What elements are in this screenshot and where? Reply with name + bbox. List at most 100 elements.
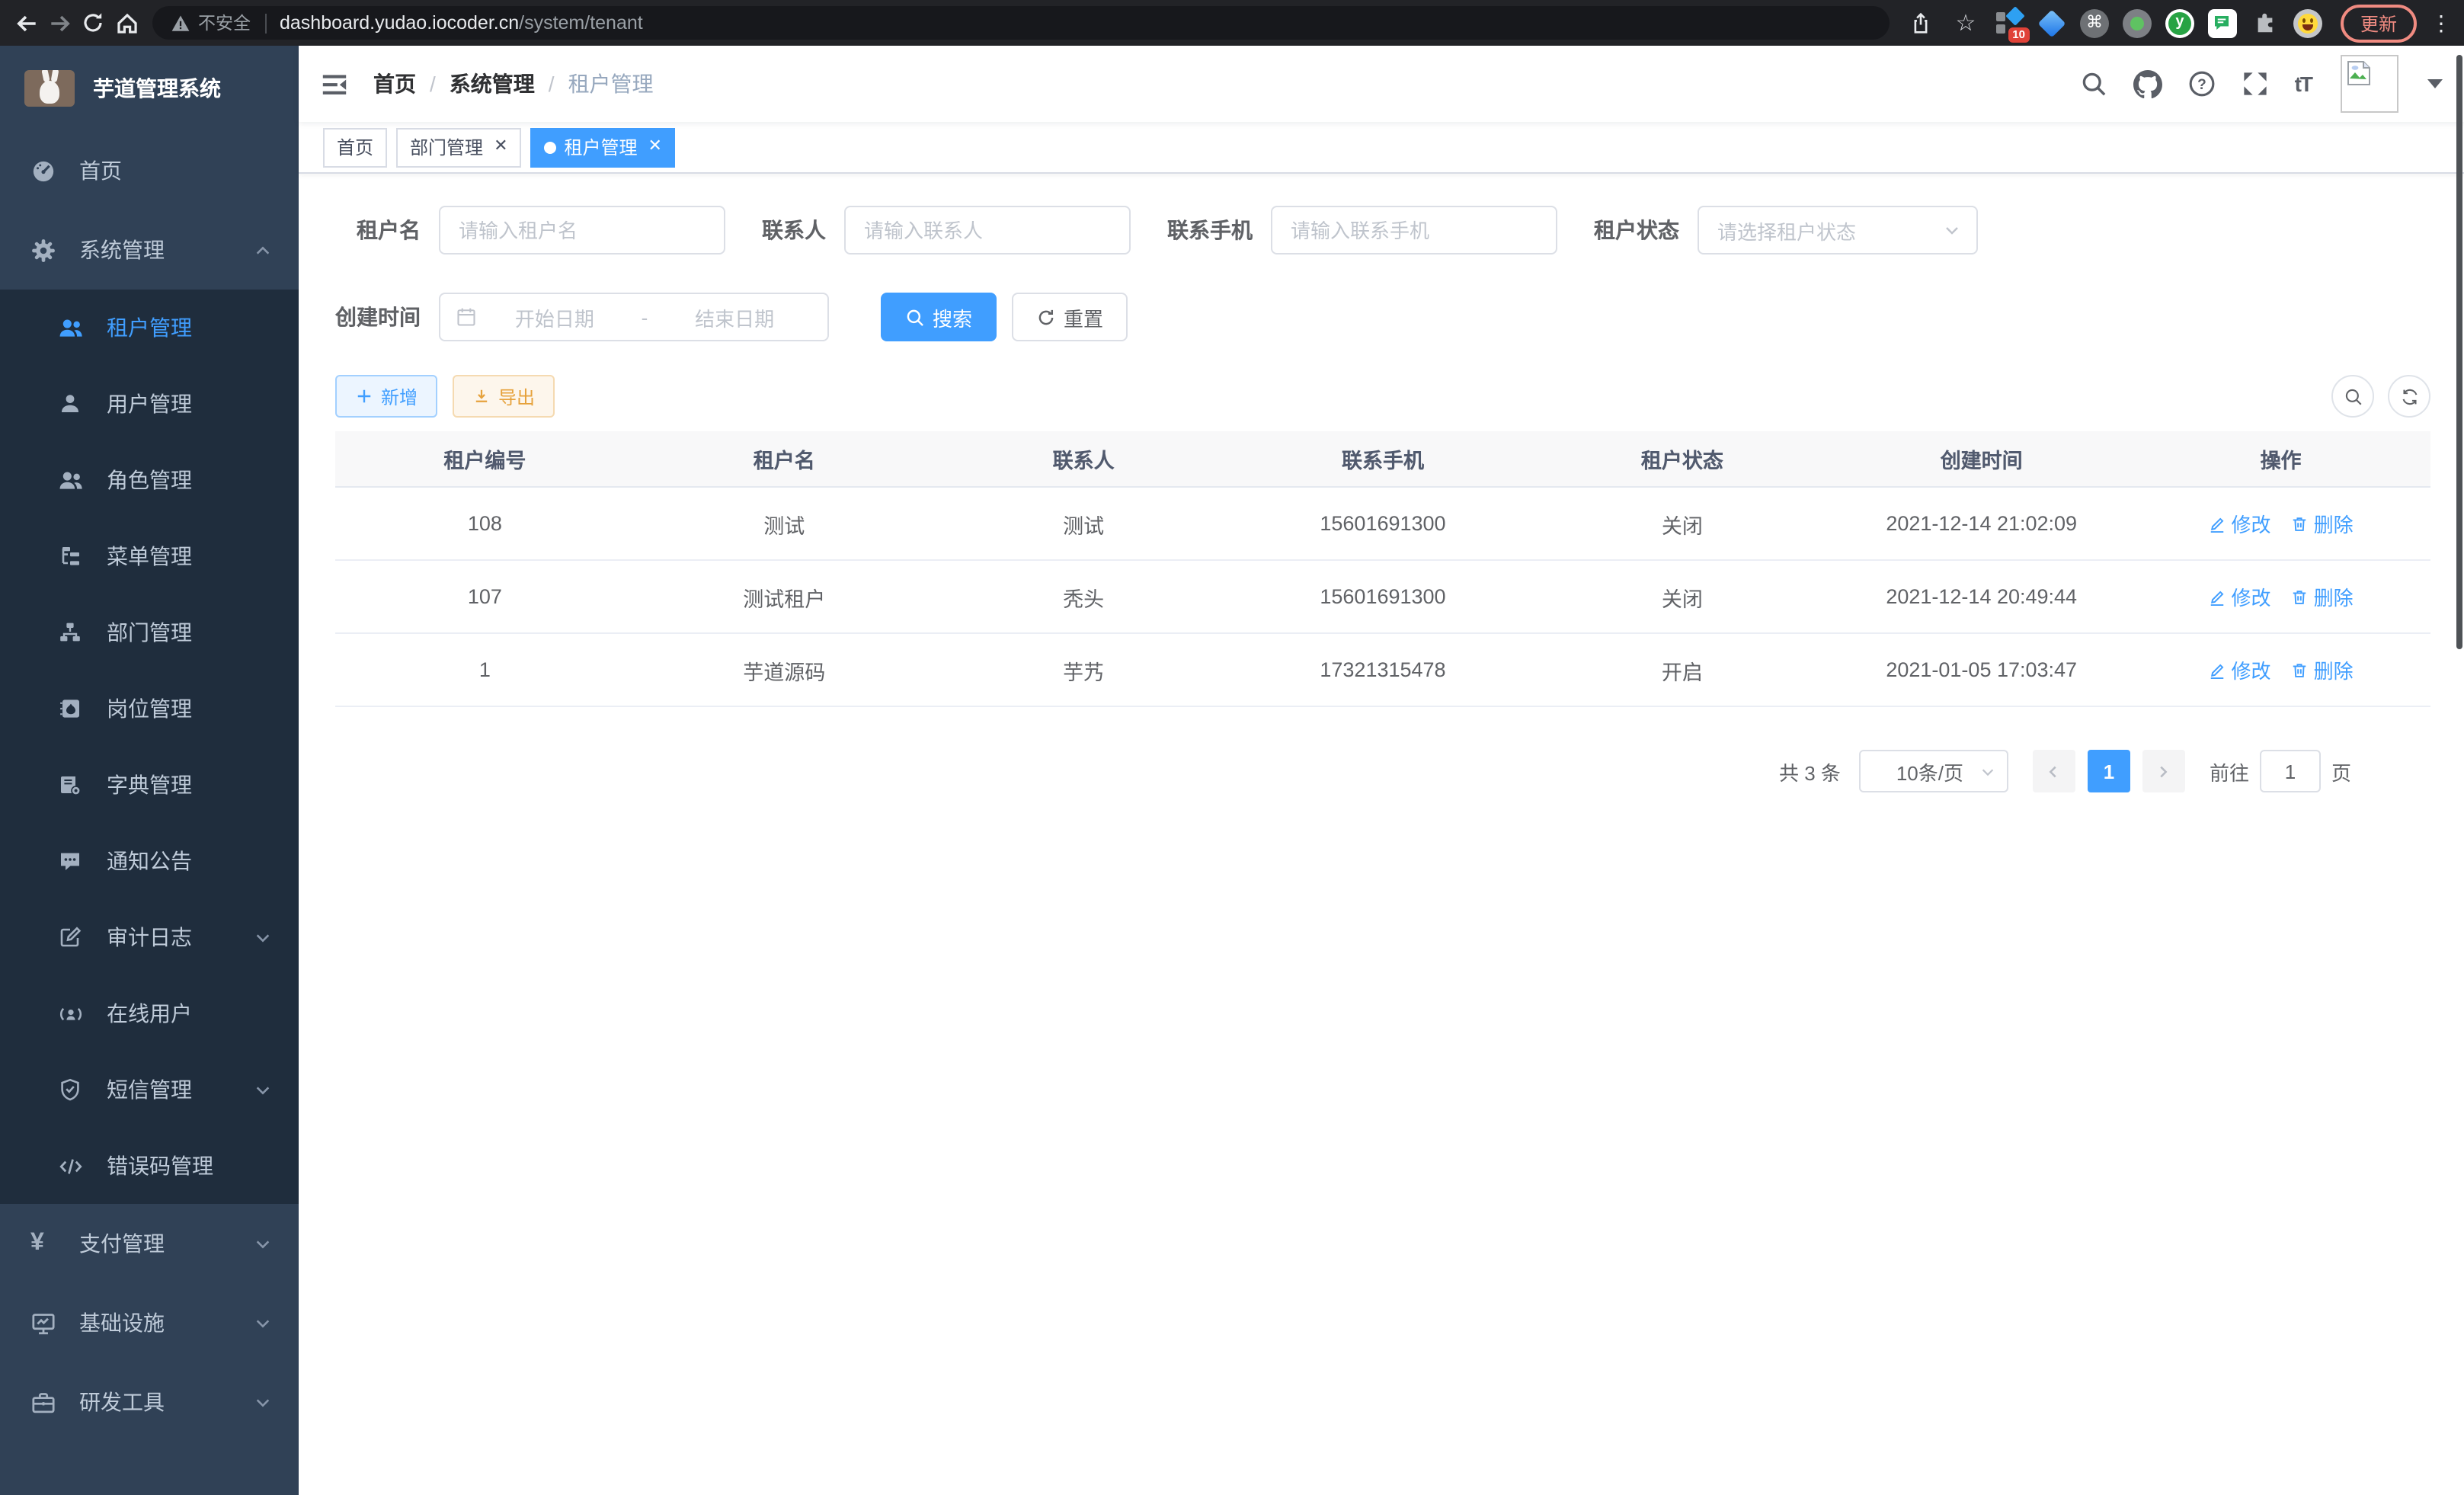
- column-header: 租户状态: [1532, 443, 1832, 474]
- breadcrumb-system[interactable]: 系统管理: [450, 69, 535, 99]
- plus-icon: [355, 387, 373, 405]
- sidebar-item-label: 审计日志: [107, 922, 192, 952]
- prev-page-button[interactable]: [2033, 750, 2075, 792]
- edit-link[interactable]: 修改: [2209, 582, 2271, 611]
- edit-link[interactable]: 修改: [2209, 655, 2271, 684]
- tag-close-icon[interactable]: ✕: [648, 139, 662, 155]
- sidebar-item-home[interactable]: 首页: [0, 131, 299, 210]
- profile-avatar-icon[interactable]: [2292, 7, 2324, 39]
- cell-tenant-name: 测试: [635, 508, 934, 539]
- sidebar-item-online-user[interactable]: 在线用户: [0, 975, 299, 1052]
- sidebar-item-label: 错误码管理: [107, 1151, 213, 1181]
- menu-tree-icon: [58, 544, 94, 568]
- sidebar-item-user[interactable]: 用户管理: [0, 366, 299, 442]
- delete-link[interactable]: 删除: [2291, 655, 2354, 684]
- logo-image: [24, 70, 75, 107]
- refresh-table-button[interactable]: [2388, 375, 2430, 418]
- svg-text:?: ?: [2197, 77, 2206, 93]
- date-range-picker[interactable]: 开始日期 - 结束日期: [439, 293, 829, 341]
- sidebar-item-pay[interactable]: ¥ 支付管理: [0, 1204, 299, 1283]
- sidebar-item-system[interactable]: 系统管理: [0, 210, 299, 290]
- reset-button[interactable]: 重置: [1012, 293, 1128, 341]
- sidebar-item-infra[interactable]: 基础设施: [0, 1283, 299, 1362]
- tag-dept[interactable]: 部门管理 ✕: [396, 127, 521, 167]
- sidebar-collapse-icon[interactable]: [320, 69, 349, 98]
- browser-reload-button[interactable]: [76, 6, 110, 40]
- breadcrumb-current: 租户管理: [568, 69, 654, 99]
- add-button[interactable]: 新增: [335, 375, 437, 418]
- filter-tenant-name: 租户名: [335, 206, 725, 255]
- export-button[interactable]: 导出: [453, 375, 555, 418]
- extension-puzzle-icon[interactable]: [2249, 7, 2281, 39]
- extension-record-icon[interactable]: [2121, 7, 2153, 39]
- mobile-input[interactable]: [1271, 206, 1557, 255]
- github-icon[interactable]: [2133, 69, 2162, 98]
- show-search-button[interactable]: [2331, 375, 2374, 418]
- edit-link[interactable]: 修改: [2209, 509, 2271, 538]
- browser-menu-icon[interactable]: ⋮: [2430, 12, 2452, 34]
- extension-tabs-icon[interactable]: 10: [1993, 7, 2025, 39]
- status-select[interactable]: 请选择租户状态: [1698, 206, 1978, 255]
- sidebar-item-audit-log[interactable]: 审计日志: [0, 899, 299, 975]
- sidebar-item-tenant[interactable]: 租户管理: [0, 290, 299, 366]
- page-scrollbar[interactable]: [2456, 55, 2462, 649]
- sidebar: 芋道管理系统 首页 系统管理: [0, 46, 299, 1495]
- tag-home[interactable]: 首页: [323, 127, 387, 167]
- browser-forward-button[interactable]: [43, 6, 76, 40]
- sidebar-item-devtools[interactable]: 研发工具: [0, 1362, 299, 1442]
- yen-icon: ¥: [30, 1231, 67, 1256]
- sidebar-item-post[interactable]: 岗位管理: [0, 671, 299, 747]
- sidebar-item-label: 用户管理: [107, 389, 192, 419]
- site-security-indicator[interactable]: 不安全: [171, 11, 251, 35]
- user-avatar[interactable]: [2341, 55, 2398, 113]
- breadcrumb-home[interactable]: 首页: [373, 69, 416, 99]
- sidebar-item-sms[interactable]: 短信管理: [0, 1052, 299, 1128]
- share-icon[interactable]: [1905, 6, 1938, 40]
- sidebar-item-label: 租户管理: [107, 312, 192, 343]
- date-separator: -: [632, 306, 658, 328]
- contact-input[interactable]: [844, 206, 1131, 255]
- page-size-select[interactable]: 10条/页: [1859, 750, 2008, 792]
- next-page-button[interactable]: [2142, 750, 2185, 792]
- tag-close-icon[interactable]: ✕: [494, 139, 507, 155]
- field-label: 联系手机: [1167, 215, 1253, 245]
- sidebar-item-notice[interactable]: 通知公告: [0, 823, 299, 899]
- page-number-button[interactable]: 1: [2088, 750, 2130, 792]
- online-user-icon: [58, 1000, 94, 1026]
- sidebar-item-dict[interactable]: 字典管理: [0, 747, 299, 823]
- cell-created: 2021-01-05 17:03:47: [1832, 658, 2131, 681]
- tenant-name-input[interactable]: [439, 206, 725, 255]
- address-bar[interactable]: 不安全 dashboard.yudao.iocoder.cn/system/te…: [152, 6, 1890, 40]
- cell-contact: 秃头: [934, 581, 1234, 612]
- goto-page-input[interactable]: [2260, 750, 2321, 792]
- app-logo[interactable]: 芋道管理系统: [0, 46, 299, 131]
- browser-back-button[interactable]: [9, 6, 43, 40]
- browser-home-button[interactable]: [110, 6, 143, 40]
- extension-chat-icon[interactable]: [2206, 7, 2238, 39]
- extension-badge: 10: [2008, 27, 2030, 42]
- sidebar-item-dept[interactable]: 部门管理: [0, 594, 299, 671]
- extension-command-icon[interactable]: ⌘: [2078, 7, 2110, 39]
- cell-status: 关闭: [1532, 581, 1832, 612]
- bookmark-star-icon[interactable]: ☆: [1949, 6, 1982, 40]
- cell-status: 开启: [1532, 655, 1832, 685]
- font-size-icon[interactable]: tT: [2295, 72, 2312, 96]
- sidebar-item-role[interactable]: 角色管理: [0, 442, 299, 518]
- delete-link[interactable]: 删除: [2291, 582, 2354, 611]
- dictionary-icon: [58, 773, 94, 797]
- sidebar-item-menu[interactable]: 菜单管理: [0, 518, 299, 594]
- extension-y-icon[interactable]: y: [2164, 7, 2196, 39]
- sidebar-item-error-code[interactable]: 错误码管理: [0, 1128, 299, 1204]
- help-icon[interactable]: ?: [2188, 70, 2216, 98]
- chrome-update-button[interactable]: 更新: [2341, 4, 2417, 42]
- cell-mobile: 15601691300: [1234, 585, 1533, 608]
- header-search-icon[interactable]: [2080, 70, 2107, 98]
- tag-tenant[interactable]: 租户管理 ✕: [531, 127, 676, 167]
- search-button[interactable]: 搜索: [881, 293, 997, 341]
- extension-kite-icon[interactable]: [2036, 7, 2068, 39]
- fullscreen-icon[interactable]: [2242, 70, 2269, 98]
- delete-link[interactable]: 删除: [2291, 509, 2354, 538]
- filter-row-2: 创建时间 开始日期 - 结束日期 搜索 重置: [335, 293, 2430, 341]
- table-row: 108 测试 测试 15601691300 关闭 2021-12-14 21:0…: [335, 488, 2430, 561]
- avatar-dropdown-caret[interactable]: [2427, 79, 2443, 88]
